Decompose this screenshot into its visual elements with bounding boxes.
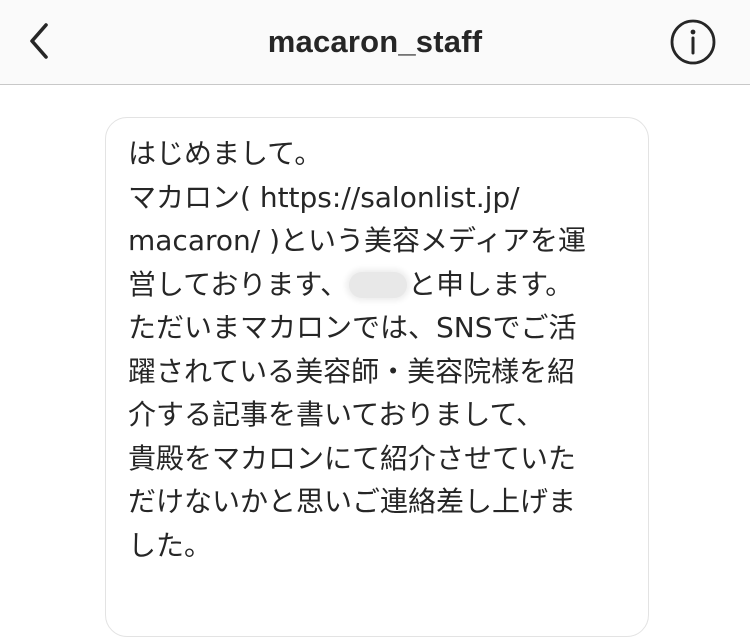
message-line: 躍されている美容師・美容院様を紹: [128, 354, 576, 388]
message-line: した。: [128, 528, 213, 562]
message-line: マカロン( https://salonlist.jp/: [128, 180, 520, 214]
message-line: ただいまマカロンでは、SNSでご活: [128, 311, 577, 344]
message-line: はじめまして。: [128, 137, 323, 170]
chat-title: macaron_staff: [267, 24, 483, 59]
message-line-part: と申します。: [408, 267, 574, 301]
message-line: macaron/ )という美容メディアを運: [128, 224, 587, 257]
message-line: 介する記事を書いておりまして、: [128, 398, 545, 431]
chat-header: macaron_staff: [0, 0, 750, 85]
redacted-name-blur: [349, 271, 408, 298]
message-line: 営しております、 と申します。: [128, 263, 628, 307]
message-line: 貴殿をマカロンにて紹介させていた: [128, 441, 577, 475]
info-circle-icon: [670, 19, 716, 65]
message-line-part: 営しております、: [128, 267, 349, 301]
info-button[interactable]: [668, 17, 718, 67]
message-text: はじめまして。 マカロン( https://salonlist.jp/ maca…: [128, 132, 628, 567]
message-line: だけないかと思いご連絡差し上げま: [128, 485, 577, 518]
